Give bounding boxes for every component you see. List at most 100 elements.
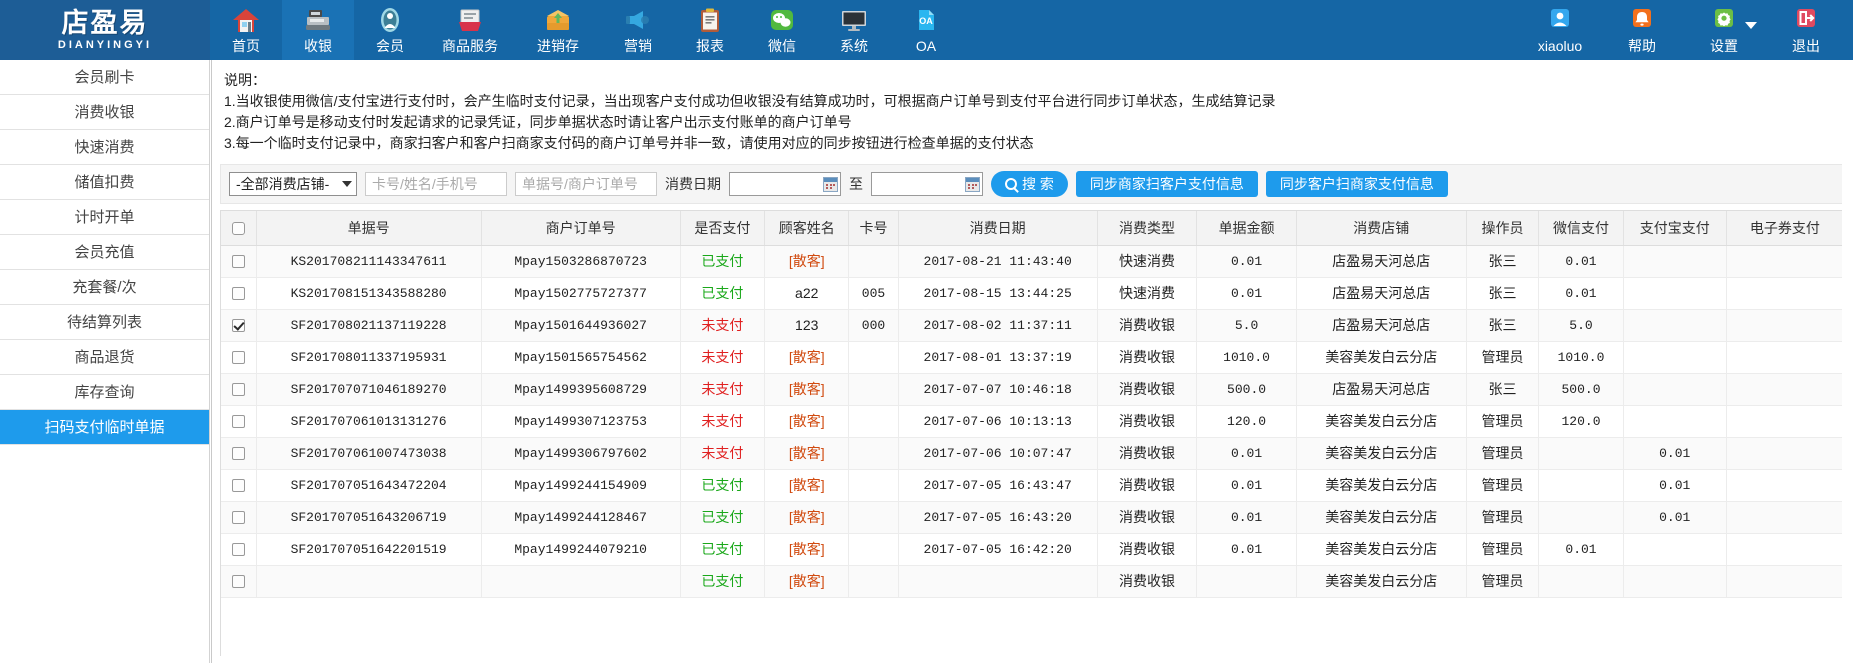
row-checkbox[interactable] <box>231 286 245 300</box>
sidebar-item-consume-cashier[interactable]: 消费收银 <box>0 95 209 130</box>
row-checkbox[interactable] <box>231 446 245 460</box>
sidebar-item-scan-pay-temp-bill[interactable]: 扫码支付临时单据 <box>0 410 209 445</box>
nav-item-help[interactable]: 帮助 <box>1601 0 1683 60</box>
table-row[interactable]: SF201707071046189270 Mpay1499395608729 未支付… <box>221 373 1844 406</box>
nav-item-wechat[interactable]: 微信 <box>746 0 818 60</box>
col-bill-amount: 单据金额 <box>1196 211 1297 246</box>
nav-item-member[interactable]: 会员 <box>354 0 426 60</box>
row-select-cell[interactable] <box>221 405 257 438</box>
row-checkbox[interactable] <box>231 382 245 396</box>
nav-item-inventory[interactable]: 进销存 <box>514 0 602 60</box>
cell-operator: 管理员 <box>1466 469 1540 502</box>
page-scrollbar[interactable] <box>1842 60 1853 663</box>
order-search-input[interactable]: 单据号/商户订单号 <box>515 172 657 196</box>
sidebar-item-pending-settlement[interactable]: 待结算列表 <box>0 305 209 340</box>
row-checkbox[interactable] <box>231 574 245 588</box>
sync-merchant-scan-button[interactable]: 同步商家扫客户支付信息 <box>1075 171 1258 197</box>
cell-alipay: 0.01 <box>1623 437 1727 470</box>
cell-alipay: 0.01 <box>1623 469 1727 502</box>
cell-paid-status: 未支付 <box>680 437 766 470</box>
cell-voucher-pay <box>1726 437 1844 470</box>
nav-item-cashier[interactable]: 收银 <box>282 0 354 60</box>
left-sidebar: 会员刷卡 消费收银 快速消费 储值扣费 计时开单 会员充值 充套餐/次 待结算列… <box>0 60 210 663</box>
nav-label: 进销存 <box>537 38 579 54</box>
col-shop: 消费店铺 <box>1296 211 1467 246</box>
row-select-cell[interactable] <box>221 373 257 406</box>
calendar-icon[interactable] <box>823 176 838 192</box>
cell-operator: 张三 <box>1466 277 1540 310</box>
row-checkbox[interactable] <box>231 350 245 364</box>
cell-card-no <box>848 341 899 374</box>
sidebar-item-timed-billing[interactable]: 计时开单 <box>0 200 209 235</box>
row-checkbox[interactable] <box>231 542 245 556</box>
row-select-cell[interactable] <box>221 533 257 566</box>
date-from-input[interactable] <box>729 172 841 196</box>
search-button[interactable]: 搜 索 <box>991 171 1068 197</box>
row-select-cell[interactable] <box>221 277 257 310</box>
row-checkbox[interactable] <box>231 510 245 524</box>
nav-item-marketing[interactable]: 营销 <box>602 0 674 60</box>
date-to-input[interactable] <box>871 172 983 196</box>
app-logo[interactable]: 店盈易 DIANYINGYI <box>0 0 210 60</box>
table-row[interactable]: SF201707061007473038 Mpay1499306797602 未支付… <box>221 437 1844 470</box>
cell-bill-no: SF201707051643206719 <box>256 501 482 534</box>
row-select-cell[interactable] <box>221 501 257 534</box>
chevron-down-icon[interactable] <box>1745 22 1757 29</box>
nav-item-settings[interactable]: 设置 <box>1683 0 1765 60</box>
nav-item-goods-service[interactable]: 商品服务 <box>426 0 514 60</box>
sidebar-item-stored-value-deduct[interactable]: 储值扣费 <box>0 165 209 200</box>
select-all-header[interactable] <box>221 211 257 246</box>
sync-customer-scan-button[interactable]: 同步客户扫商家支付信息 <box>1265 171 1448 197</box>
table-row[interactable]: SF201708021137119228 Mpay1501644936027 未支付… <box>221 309 1844 342</box>
cell-paid-status: 已支付 <box>680 245 766 278</box>
sidebar-item-goods-return[interactable]: 商品退货 <box>0 340 209 375</box>
sidebar-item-member-recharge[interactable]: 会员充值 <box>0 235 209 270</box>
select-all-checkbox[interactable] <box>231 221 245 235</box>
nav-item-user[interactable]: xiaoluo <box>1519 0 1601 60</box>
records-table-container: 单据号 商户订单号 是否支付 顾客姓名 卡号 消费日期 消费类型 单据金额 消费… <box>220 210 1845 656</box>
table-row[interactable]: SF201707061013131276 Mpay1499307123753 未支付… <box>221 405 1844 438</box>
sidebar-item-stock-query[interactable]: 库存查询 <box>0 375 209 410</box>
table-row[interactable]: SF201708011337195931 Mpay1501565754562 未支付… <box>221 341 1844 374</box>
nav-label: 商品服务 <box>442 38 498 54</box>
table-row[interactable]: SF201707051642201519 Mpay1499244079210 已支付… <box>221 533 1844 566</box>
row-select-cell[interactable] <box>221 309 257 342</box>
nav-item-logout[interactable]: 退出 <box>1765 0 1847 60</box>
cell-alipay <box>1623 373 1727 406</box>
row-checkbox[interactable] <box>231 414 245 428</box>
nav-item-home[interactable]: 首页 <box>210 0 282 60</box>
calendar-icon[interactable] <box>965 176 980 192</box>
cell-paid-status: 未支付 <box>680 341 766 374</box>
cell-wechat-pay <box>1538 565 1624 598</box>
row-select-cell[interactable] <box>221 565 257 598</box>
cell-bill-no: SF201707071046189270 <box>256 373 482 406</box>
nav-item-oa[interactable]: OA OA <box>890 0 962 60</box>
cell-consume-type: 快速消费 <box>1097 245 1198 278</box>
cell-consume-type: 快速消费 <box>1097 277 1198 310</box>
sidebar-item-quick-consume[interactable]: 快速消费 <box>0 130 209 165</box>
row-checkbox[interactable] <box>231 318 245 332</box>
sidebar-item-member-card[interactable]: 会员刷卡 <box>0 60 209 95</box>
cell-shop: 美容美发白云分店 <box>1296 533 1467 566</box>
row-select-cell[interactable] <box>221 469 257 502</box>
cell-merchant-order: Mpay1499395608729 <box>481 373 681 406</box>
table-row[interactable]: SF201707051643206719 Mpay1499244128467 已支付… <box>221 501 1844 534</box>
row-select-cell[interactable] <box>221 245 257 278</box>
row-checkbox[interactable] <box>231 254 245 268</box>
nav-item-system[interactable]: 系统 <box>818 0 890 60</box>
cell-merchant-order: Mpay1501565754562 <box>481 341 681 374</box>
table-row[interactable]: SF201707051643472204 Mpay1499244154909 已支付… <box>221 469 1844 502</box>
sidebar-item-package-recharge[interactable]: 充套餐/次 <box>0 270 209 305</box>
row-checkbox[interactable] <box>231 478 245 492</box>
table-row[interactable]: KS201708211143347611 Mpay1503286870723 已支付… <box>221 245 1844 278</box>
table-row[interactable]: 已支付 [散客] 消费收银 美容美发白云分店 管理员 <box>221 565 1844 598</box>
shop-select[interactable]: -全部消费店铺- <box>229 172 357 196</box>
row-select-cell[interactable] <box>221 341 257 374</box>
cell-bill-no: SF201707051642201519 <box>256 533 482 566</box>
nav-item-report[interactable]: 报表 <box>674 0 746 60</box>
col-wechat-pay: 微信支付 <box>1538 211 1624 246</box>
card-search-input[interactable]: 卡号/姓名/手机号 <box>365 172 507 196</box>
row-select-cell[interactable] <box>221 437 257 470</box>
table-row[interactable]: KS201708151343588280 Mpay1502775727377 已支付… <box>221 277 1844 310</box>
cell-operator: 张三 <box>1466 309 1540 342</box>
